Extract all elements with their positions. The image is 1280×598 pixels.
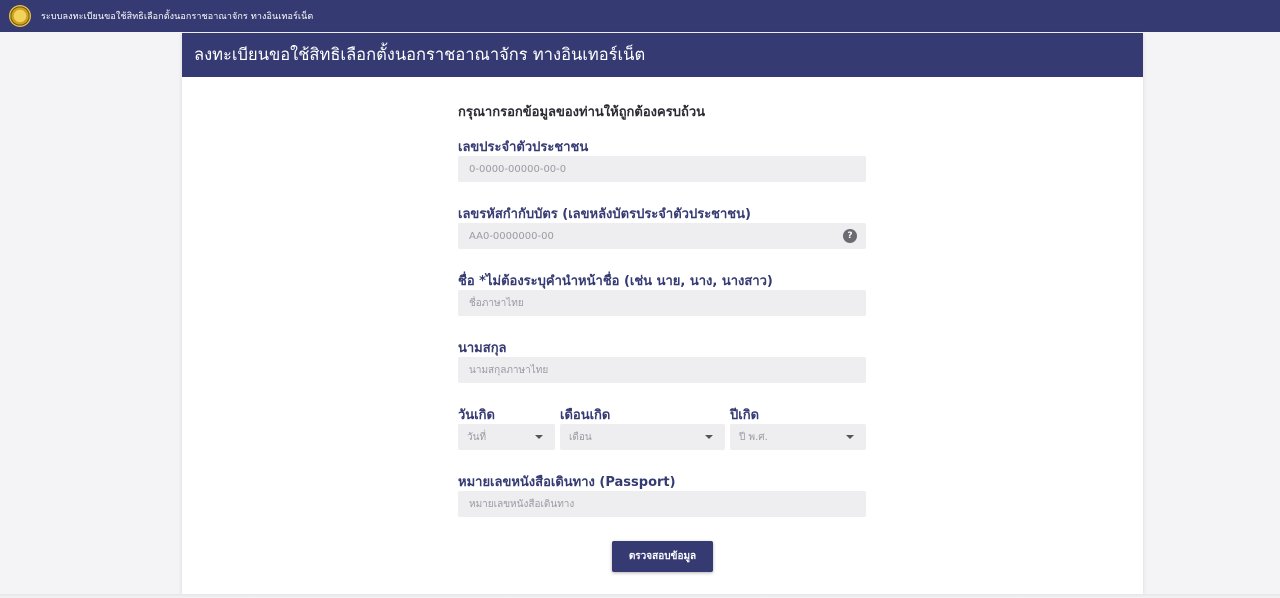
birth-month-label: เดือนเกิด bbox=[560, 408, 611, 423]
birth-year-label: ปีเกิด bbox=[730, 408, 760, 423]
last-name-input[interactable] bbox=[467, 357, 866, 383]
last-name-field[interactable] bbox=[458, 357, 866, 383]
page-bottom-edge bbox=[0, 594, 1280, 598]
app-title[interactable]: ระบบลงทะเบียนขอใช้สิทธิเลือกตั้งนอกราชอา… bbox=[41, 9, 313, 23]
birth-day-label: วันเกิด bbox=[458, 408, 495, 423]
chevron-down-icon bbox=[535, 435, 543, 439]
chevron-down-icon bbox=[705, 435, 713, 439]
card-header: ลงทะเบียนขอใช้สิทธิเลือกตั้งนอกราชอาณาจั… bbox=[182, 33, 1143, 77]
birth-month-value: เดือน bbox=[569, 431, 592, 443]
passport-input[interactable] bbox=[467, 491, 866, 517]
first-name-input[interactable] bbox=[467, 290, 866, 316]
government-seal-icon[interactable] bbox=[9, 5, 31, 27]
verify-button[interactable]: ตรวจสอบข้อมูล bbox=[612, 541, 713, 572]
passport-field[interactable] bbox=[458, 491, 866, 517]
birth-month-select[interactable]: เดือน bbox=[560, 424, 725, 450]
birth-day-select[interactable]: วันที่ bbox=[458, 424, 555, 450]
id-card-label: เลขประจำตัวประชาชน bbox=[458, 140, 589, 155]
birth-year-select[interactable]: ปี พ.ศ. bbox=[730, 424, 866, 450]
laser-code-input[interactable] bbox=[467, 223, 866, 249]
help-icon[interactable]: ? bbox=[843, 229, 857, 243]
chevron-down-icon bbox=[846, 435, 854, 439]
birth-day-value: วันที่ bbox=[467, 431, 487, 443]
first-name-label: ชื่อ *ไม่ต้องระบุคำนำหน้าชื่อ (เช่น นาย,… bbox=[458, 274, 773, 289]
passport-label: หมายเลขหนังสือเดินทาง (Passport) bbox=[458, 475, 676, 490]
last-name-label: นามสกุล bbox=[458, 341, 507, 356]
laser-code-label: เลขรหัสกำกับบัตร (เลขหลังบัตรประจำตัวประ… bbox=[458, 207, 751, 222]
page-title: ลงทะเบียนขอใช้สิทธิเลือกตั้งนอกราชอาณาจั… bbox=[194, 45, 646, 64]
first-name-field[interactable] bbox=[458, 290, 866, 316]
laser-code-field[interactable]: ? bbox=[458, 223, 866, 249]
form-instruction: กรุณากรอกข้อมูลของท่านให้ถูกต้องครบถ้วน bbox=[458, 105, 706, 120]
id-card-field[interactable] bbox=[458, 156, 866, 182]
id-card-input[interactable] bbox=[467, 156, 866, 182]
top-navbar: ระบบลงทะเบียนขอใช้สิทธิเลือกตั้งนอกราชอา… bbox=[0, 0, 1280, 32]
registration-card: ลงทะเบียนขอใช้สิทธิเลือกตั้งนอกราชอาณาจั… bbox=[182, 33, 1143, 594]
birth-year-value: ปี พ.ศ. bbox=[739, 431, 768, 443]
